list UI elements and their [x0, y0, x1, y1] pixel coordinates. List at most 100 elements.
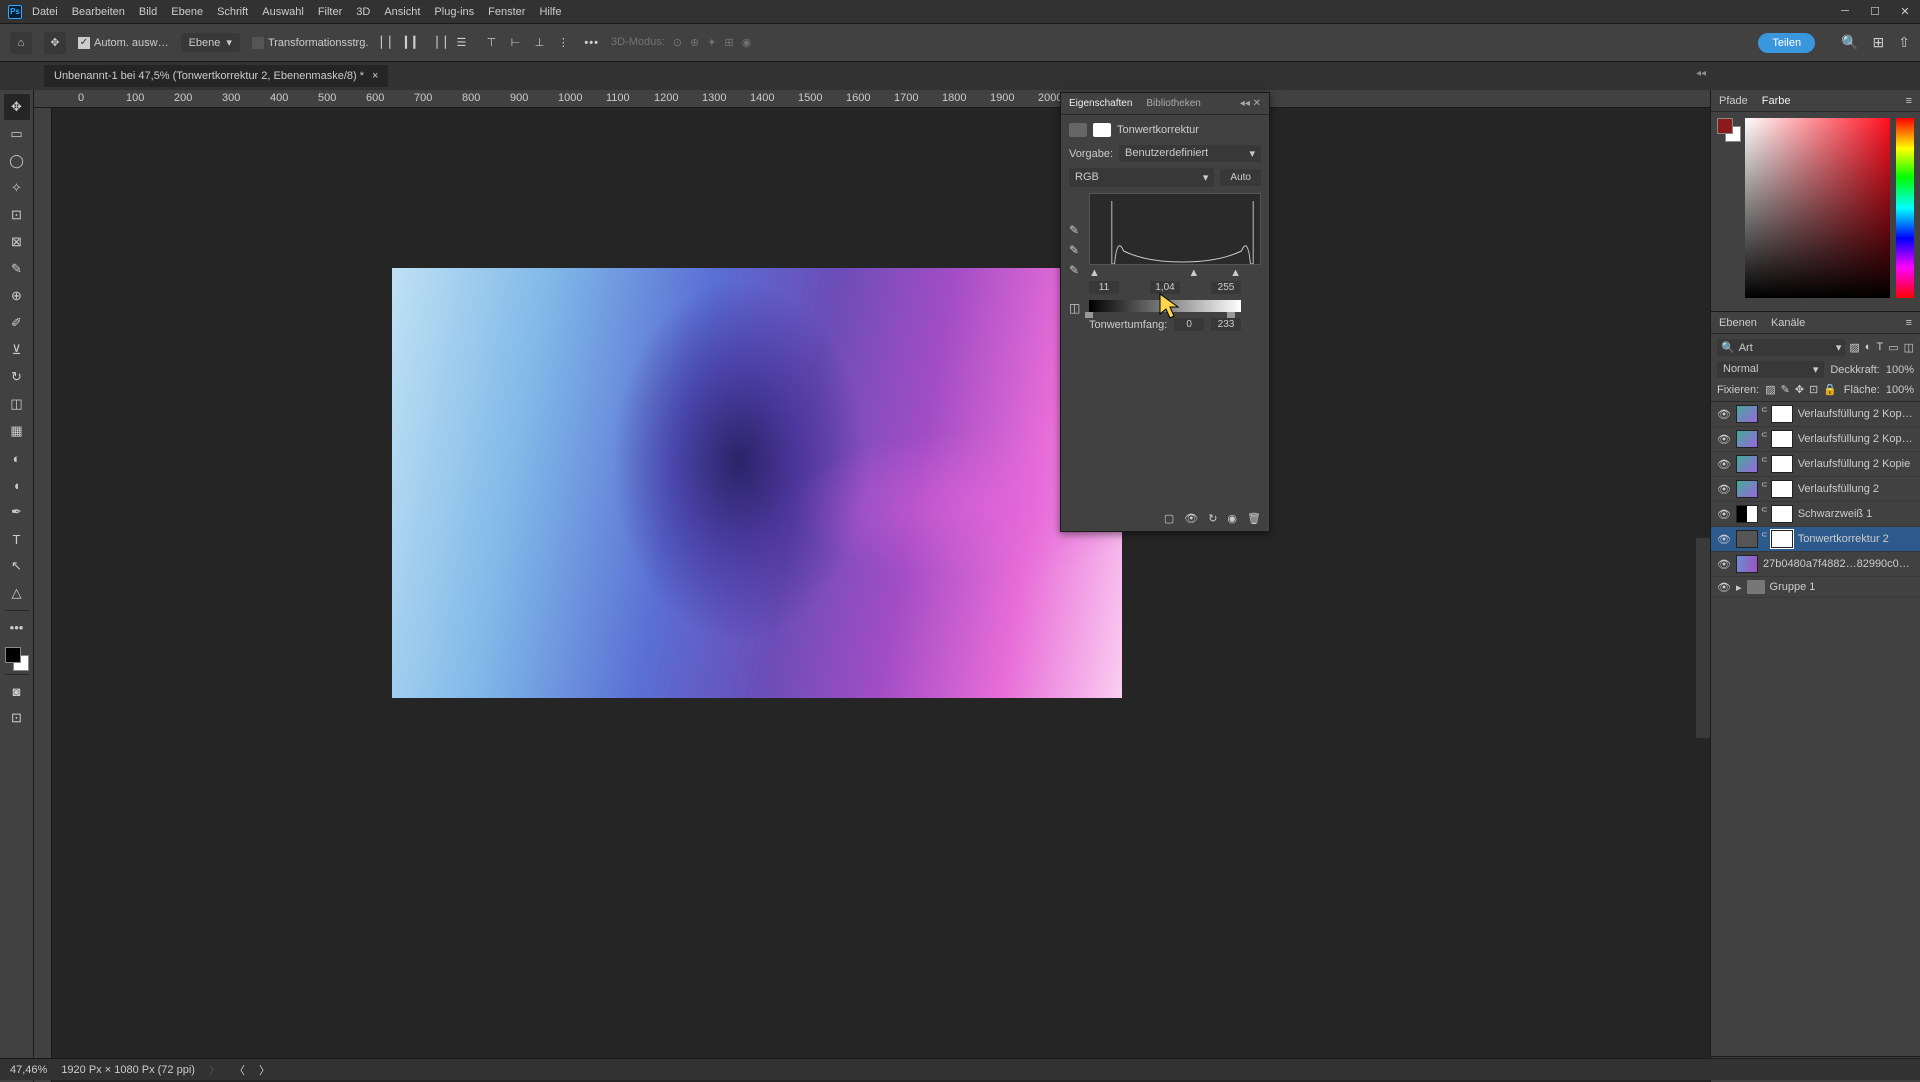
visibility-icon[interactable]: 👁: [1717, 533, 1731, 546]
output-high-input[interactable]: [1211, 318, 1241, 331]
tab-ebenen[interactable]: Ebenen: [1719, 317, 1757, 329]
layer-group-row[interactable]: 👁▸Gruppe 1: [1711, 577, 1920, 598]
layer-target-dropdown[interactable]: Ebene▾: [181, 33, 240, 52]
layer-row[interactable]: 👁⊂Verlaufsfüllung 2 Kopie 3: [1711, 402, 1920, 427]
status-nav-right[interactable]: 〉: [259, 1062, 270, 1078]
blur-tool[interactable]: ◐: [4, 445, 30, 471]
visibility-icon[interactable]: 👁: [1717, 408, 1731, 421]
fill-value[interactable]: 100%: [1886, 384, 1914, 396]
vertical-scrollbar[interactable]: [1696, 538, 1710, 738]
collapse-dock-icon[interactable]: ◂◂: [1696, 68, 1706, 79]
transform-controls-option[interactable]: Transformationsstrg.: [252, 37, 368, 49]
reset-icon[interactable]: ↻: [1208, 512, 1217, 525]
filter-pixel-icon[interactable]: ▨: [1849, 341, 1859, 354]
visibility-icon[interactable]: 👁: [1717, 483, 1731, 496]
distribute-v-icon[interactable]: ⋮: [554, 34, 572, 52]
minimize-button[interactable]: ─: [1838, 5, 1852, 18]
hue-slider[interactable]: [1896, 118, 1914, 298]
tab-farbe[interactable]: Farbe: [1762, 95, 1791, 107]
tab-kanaele[interactable]: Kanäle: [1771, 317, 1805, 329]
layer-row[interactable]: 👁⊂Tonwertkorrektur 2: [1711, 527, 1920, 552]
filter-shape-icon[interactable]: ▭: [1888, 341, 1898, 354]
shape-tool[interactable]: △: [4, 580, 30, 606]
filter-smart-icon[interactable]: ◫: [1904, 341, 1914, 354]
home-icon[interactable]: ⌂: [10, 32, 32, 54]
align-center-h-icon[interactable]: ▎▎: [404, 34, 422, 52]
zoom-level[interactable]: 47,46%: [10, 1064, 47, 1076]
menu-plugins[interactable]: Plug-ins: [434, 6, 474, 18]
move-tool-icon[interactable]: ✥: [44, 32, 66, 54]
menu-help[interactable]: Hilfe: [539, 6, 561, 18]
layer-row[interactable]: 👁⊂Verlaufsfüllung 2 Kopie 2: [1711, 427, 1920, 452]
visibility-icon[interactable]: 👁: [1717, 581, 1731, 594]
frame-tool[interactable]: ⊠: [4, 229, 30, 255]
pen-tool[interactable]: ✒: [4, 499, 30, 525]
blend-mode-dropdown[interactable]: Normal▾: [1717, 361, 1824, 378]
close-button[interactable]: ✕: [1898, 5, 1912, 18]
layer-filter-search[interactable]: 🔍Art▾: [1717, 339, 1845, 356]
layers-menu-icon[interactable]: ≡: [1906, 317, 1912, 329]
stamp-tool[interactable]: ⊻: [4, 337, 30, 363]
eraser-tool[interactable]: ◫: [4, 391, 30, 417]
clip-icon[interactable]: ▢: [1164, 512, 1174, 525]
color-swatch[interactable]: [5, 647, 29, 671]
screen-mode-tool[interactable]: ⊡: [4, 705, 30, 731]
menu-image[interactable]: Bild: [139, 6, 157, 18]
gamma-input[interactable]: [1150, 281, 1180, 294]
opacity-value[interactable]: 100%: [1886, 364, 1914, 376]
layer-row[interactable]: 👁⊂Verlaufsfüllung 2 Kopie: [1711, 452, 1920, 477]
eyedropper-black-icon[interactable]: ✎: [1069, 223, 1080, 237]
menu-view[interactable]: Ansicht: [384, 6, 420, 18]
lock-transparency-icon[interactable]: ▨: [1765, 383, 1775, 396]
lock-position-icon[interactable]: ✥: [1795, 383, 1804, 396]
highlight-input[interactable]: [1211, 281, 1241, 294]
lock-artboard-icon[interactable]: ⊡: [1809, 383, 1818, 396]
canvas[interactable]: [52, 108, 1710, 1082]
preset-dropdown[interactable]: Benutzerdefiniert▾: [1119, 145, 1261, 162]
layer-row[interactable]: 👁⊂Schwarzweiß 1: [1711, 502, 1920, 527]
status-nav-left[interactable]: 〈: [234, 1062, 245, 1078]
move-tool[interactable]: ✥: [4, 94, 30, 120]
align-right-icon[interactable]: ▕▕: [428, 34, 446, 52]
histogram-stats-icon[interactable]: ◫: [1069, 301, 1080, 315]
visibility-icon[interactable]: 👁: [1717, 458, 1731, 471]
export-icon[interactable]: ⇧: [1898, 34, 1910, 51]
tab-close-icon[interactable]: ×: [372, 70, 378, 82]
gradient-tool[interactable]: ▦: [4, 418, 30, 444]
distribute-h-icon[interactable]: ☰: [452, 34, 470, 52]
more-options-icon[interactable]: •••: [584, 37, 599, 49]
visibility-icon[interactable]: 👁: [1717, 508, 1731, 521]
tab-pfade[interactable]: Pfade: [1719, 95, 1748, 107]
type-tool[interactable]: T: [4, 526, 30, 552]
trash-icon[interactable]: 🗑: [1247, 512, 1261, 525]
lock-all-icon[interactable]: 🔒: [1823, 383, 1837, 396]
histogram[interactable]: [1089, 193, 1261, 265]
expand-icon[interactable]: ▸: [1736, 581, 1742, 594]
crop-tool[interactable]: ⊡: [4, 202, 30, 228]
mini-swatch[interactable]: [1717, 118, 1741, 142]
output-gradient[interactable]: [1089, 300, 1241, 312]
panel-menu-icon[interactable]: ≡: [1906, 95, 1912, 107]
menu-file[interactable]: Datei: [32, 6, 58, 18]
menu-layer[interactable]: Ebene: [171, 6, 203, 18]
path-tool[interactable]: ↖: [4, 553, 30, 579]
menu-filter[interactable]: Filter: [318, 6, 342, 18]
panel-collapse-icon[interactable]: ◂◂ ✕: [1240, 98, 1261, 109]
menu-type[interactable]: Schrift: [217, 6, 248, 18]
shadow-input[interactable]: [1089, 281, 1119, 294]
marquee-tool[interactable]: ▭: [4, 121, 30, 147]
channel-dropdown[interactable]: RGB▾: [1069, 168, 1214, 187]
layer-row[interactable]: 👁⊂Verlaufsfüllung 2: [1711, 477, 1920, 502]
visibility-icon[interactable]: 👁: [1717, 558, 1731, 571]
menu-select[interactable]: Auswahl: [262, 6, 304, 18]
share-button[interactable]: Teilen: [1758, 33, 1815, 53]
search-icon[interactable]: 🔍: [1841, 34, 1858, 51]
saturation-field[interactable]: [1745, 118, 1890, 298]
menu-edit[interactable]: Bearbeiten: [72, 6, 125, 18]
view-previous-icon[interactable]: 👁: [1184, 512, 1198, 525]
eyedropper-gray-icon[interactable]: ✎: [1069, 243, 1080, 257]
maximize-button[interactable]: ☐: [1868, 5, 1882, 18]
lock-pixels-icon[interactable]: ✎: [1781, 383, 1790, 396]
dodge-tool[interactable]: ◖: [4, 472, 30, 498]
document-tab[interactable]: Unbenannt-1 bei 47,5% (Tonwertkorrektur …: [44, 65, 388, 87]
